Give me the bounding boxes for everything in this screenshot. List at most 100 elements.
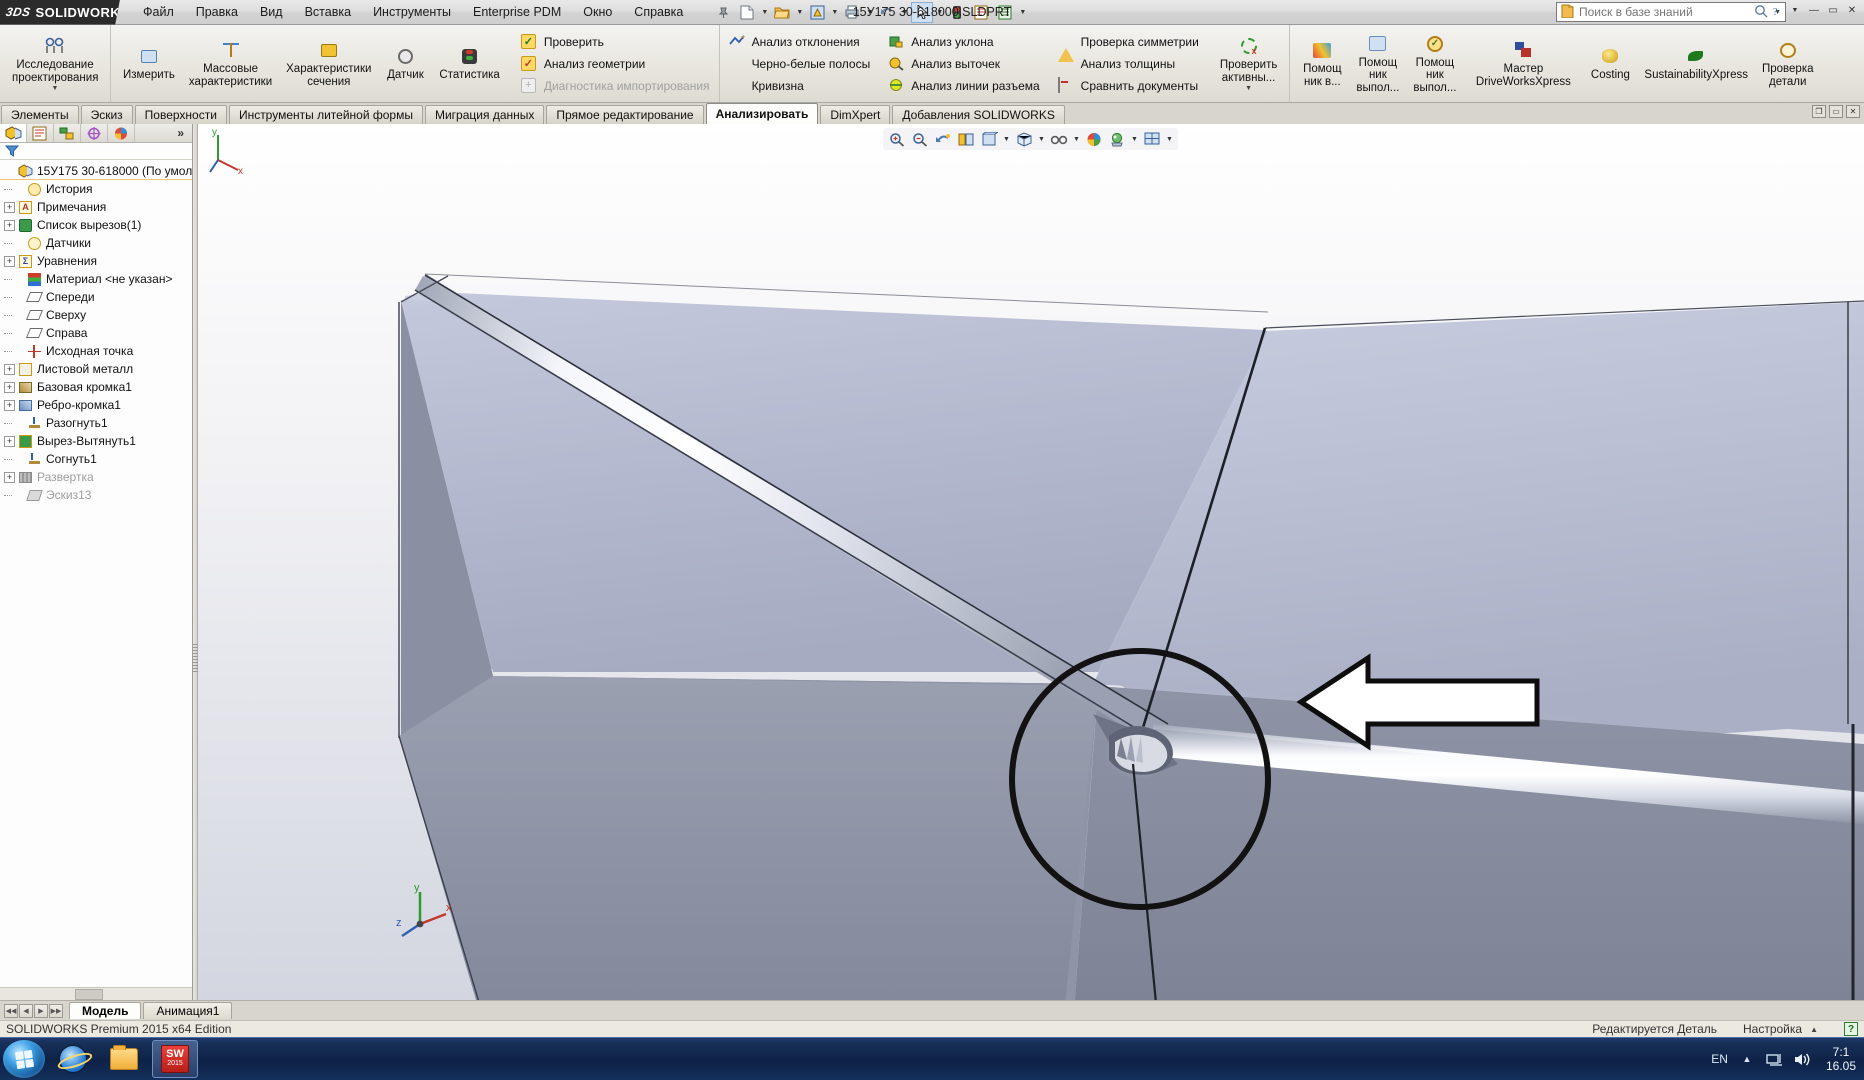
- symmetry-check-button[interactable]: Проверка симметрии: [1053, 31, 1204, 62]
- view-settings-dropdown-caret[interactable]: ▼: [1130, 130, 1139, 149]
- measure-button[interactable]: Измерить: [116, 27, 182, 101]
- apply-scene-icon[interactable]: [1084, 130, 1104, 149]
- undercut-analysis-button[interactable]: Анализ выточек: [883, 53, 1044, 75]
- tree-item-fold[interactable]: Согнуть1: [0, 450, 192, 468]
- tab-dimxpert[interactable]: DimXpert: [820, 105, 891, 124]
- tree-item-extruded-cut[interactable]: + Вырез-Вытянуть1: [0, 432, 192, 450]
- tree-item-sensors[interactable]: Датчики: [0, 234, 192, 252]
- select-icon[interactable]: [911, 1, 934, 23]
- viewport-layout-dropdown-caret[interactable]: ▼: [1165, 130, 1174, 149]
- save-dropdown-caret[interactable]: ▼: [830, 2, 839, 23]
- part-check-button[interactable]: Проверка детали: [1755, 27, 1821, 101]
- section-view-icon[interactable]: [956, 130, 976, 149]
- section-properties-button[interactable]: Характеристики сечения: [279, 27, 378, 101]
- expand-edge-flange-icon[interactable]: +: [4, 399, 15, 411]
- taskbar-clock[interactable]: 7:1 16.05: [1822, 1045, 1856, 1073]
- tree-item-equations[interactable]: + Σ Уравнения: [0, 252, 192, 270]
- zebra-stripes-button[interactable]: Черно-белые полосы: [724, 53, 876, 75]
- expand-sheet-metal-icon[interactable]: +: [4, 363, 15, 375]
- tab-solidworks-addins[interactable]: Добавления SOLIDWORKS: [892, 105, 1065, 124]
- next-tab-button[interactable]: ▶: [34, 1003, 48, 1018]
- internet-explorer-taskbar-icon[interactable]: [50, 1040, 96, 1078]
- menu-file[interactable]: Файл: [132, 2, 185, 22]
- close-window-icon[interactable]: ✕: [1846, 105, 1860, 118]
- options-dropdown-caret[interactable]: ▼: [1018, 2, 1027, 23]
- feature-tree-horizontal-scrollbar[interactable]: [0, 987, 192, 1000]
- tree-item-right-plane[interactable]: Справа: [0, 324, 192, 342]
- costing-button[interactable]: Costing: [1583, 27, 1637, 101]
- solidworks-taskbar-ic on[interactable]: SW 2015: [152, 1040, 198, 1078]
- undo-icon[interactable]: [876, 2, 898, 23]
- display-manager-tab[interactable]: [108, 124, 135, 142]
- search-icon[interactable]: [1754, 4, 1769, 21]
- help-window-icon[interactable]: ?: [1768, 3, 1784, 18]
- check-active-button[interactable]: Проверить активны... ▼: [1213, 27, 1285, 101]
- save-icon[interactable]: [806, 2, 828, 23]
- status-help-icon[interactable]: ?: [1844, 1022, 1858, 1036]
- tree-item-top-plane[interactable]: Сверху: [0, 306, 192, 324]
- expand-extruded-cut-icon[interactable]: +: [4, 435, 15, 447]
- mass-properties-button[interactable]: Массовые характеристики: [182, 27, 279, 101]
- menu-tools[interactable]: Инструменты: [362, 2, 462, 22]
- draft-analysis-button[interactable]: Анализ уклона: [883, 31, 1044, 53]
- rebuild-icon[interactable]: [946, 2, 968, 23]
- expand-annotations-icon[interactable]: +: [4, 201, 15, 213]
- last-tab-button[interactable]: ▶▶: [49, 1003, 63, 1018]
- configuration-manager-tab[interactable]: [54, 124, 81, 142]
- feature-manager-more-tabs[interactable]: »: [177, 126, 192, 140]
- view-orientation-dropdown-caret[interactable]: ▼: [1002, 130, 1011, 149]
- property-manager-tab[interactable]: [27, 124, 54, 142]
- network-icon[interactable]: [1766, 1050, 1784, 1068]
- parting-line-analysis-button[interactable]: Анализ линии разъема: [883, 75, 1044, 97]
- driveworksxpress-button[interactable]: Мастер DriveWorksXpress: [1463, 27, 1583, 101]
- display-style-icon[interactable]: [1014, 130, 1034, 149]
- maximize-button[interactable]: ▭: [1825, 3, 1841, 18]
- tree-item-material[interactable]: Материал <не указан>: [0, 270, 192, 288]
- new-document-dropdown-caret[interactable]: ▼: [760, 2, 769, 23]
- document-properties-icon[interactable]: [970, 2, 992, 23]
- prev-tab-button[interactable]: ◀: [19, 1003, 33, 1018]
- tree-item-part[interactable]: 15У175 30-618000 (По умолчан: [0, 162, 192, 180]
- deviation-analysis-button[interactable]: Анализ отклонения: [724, 31, 876, 53]
- options-icon[interactable]: [994, 2, 1016, 23]
- dfmxpress-button[interactable]: ✓ Помощ ник выпол...: [1406, 27, 1463, 101]
- menu-view[interactable]: Вид: [249, 2, 294, 22]
- tree-item-cut-list[interactable]: + Список вырезов(1): [0, 216, 192, 234]
- tree-item-flat-pattern[interactable]: + Развертка: [0, 468, 192, 486]
- tree-item-base-flange[interactable]: + Базовая кромка1: [0, 378, 192, 396]
- restore-window-icon[interactable]: ❐: [1812, 105, 1826, 118]
- tab-direct-editing[interactable]: Прямое редактирование: [546, 105, 704, 124]
- tree-item-history[interactable]: История: [0, 180, 192, 198]
- view-orientation-icon[interactable]: [979, 130, 999, 149]
- splitter-grip[interactable]: [193, 644, 198, 674]
- graphics-area[interactable]: y x y x z ▼ ▼ ▼ ▼ ▼: [193, 124, 1864, 1000]
- feature-tree-filter[interactable]: [0, 143, 192, 160]
- viewport-layout-icon[interactable]: [1142, 130, 1162, 149]
- check-button[interactable]: ✓ Проверить: [516, 31, 715, 53]
- menu-insert[interactable]: Вставка: [294, 2, 362, 22]
- curvature-button[interactable]: Кривизна: [724, 75, 876, 97]
- tree-item-edge-flange[interactable]: + Ребро-кромка1: [0, 396, 192, 414]
- zoom-to-fit-icon[interactable]: [887, 130, 907, 149]
- tray-language-indicator[interactable]: EN: [1711, 1052, 1728, 1066]
- feature-manager-tab[interactable]: [0, 124, 27, 142]
- expand-equations-icon[interactable]: +: [4, 255, 15, 267]
- simulation-xpress-button[interactable]: Помощ ник в...: [1295, 27, 1349, 101]
- first-tab-button[interactable]: ◀◀: [4, 1003, 18, 1018]
- check-active-dropdown-caret[interactable]: ▼: [1245, 85, 1252, 92]
- knowledge-base-search[interactable]: ▼: [1556, 2, 1786, 22]
- status-settings-label[interactable]: Настройка: [1743, 1022, 1802, 1036]
- volume-icon[interactable]: [1794, 1050, 1812, 1068]
- print-dropdown-caret[interactable]: ▼: [865, 2, 874, 23]
- maximize-window-icon[interactable]: ▭: [1829, 105, 1843, 118]
- floxpress-button[interactable]: Помощ ник выпол...: [1349, 27, 1406, 101]
- select-dropdown-caret[interactable]: ▼: [935, 2, 944, 23]
- design-study-button[interactable]: Исследование проектирования ▼: [5, 27, 105, 101]
- tree-item-sketch13[interactable]: Эскиз13: [0, 486, 192, 504]
- sensor-button[interactable]: Датчик: [378, 27, 432, 101]
- tab-data-migration[interactable]: Миграция данных: [424, 105, 545, 124]
- open-document-icon[interactable]: [771, 2, 793, 23]
- pin-icon[interactable]: [712, 2, 734, 23]
- tree-item-unfold[interactable]: Разогнуть1: [0, 414, 192, 432]
- tree-item-origin[interactable]: Исходная точка: [0, 342, 192, 360]
